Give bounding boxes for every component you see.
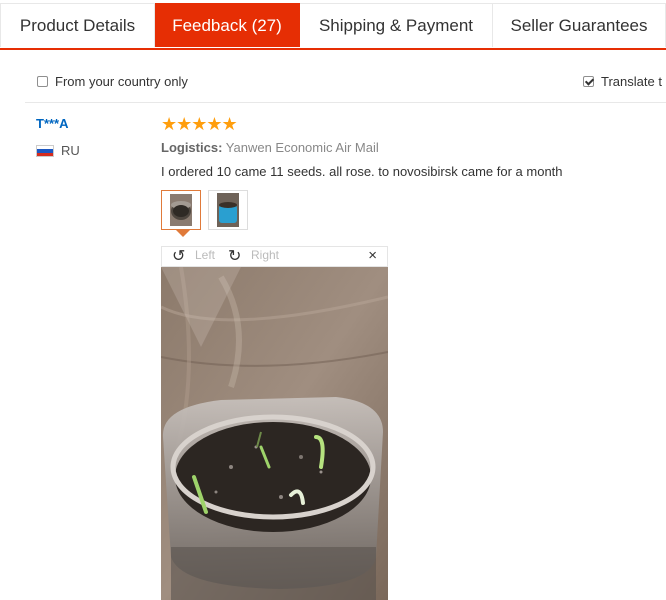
- review-photo-thumbnail[interactable]: [161, 190, 201, 230]
- feedback-filter-bar: From your country only Translate t: [25, 60, 666, 103]
- rotate-left-icon[interactable]: ↺: [172, 246, 185, 266]
- reviewer-name[interactable]: T***A: [36, 116, 69, 131]
- country-only-checkbox[interactable]: [37, 76, 48, 87]
- photo-viewer-toolbar: ↺ Left ↻ Right ×: [161, 246, 388, 267]
- rotate-right-icon[interactable]: ↻: [228, 246, 241, 266]
- tab-product-details[interactable]: Product Details: [0, 3, 155, 47]
- reviewer-country: RU: [61, 143, 80, 158]
- country-only-label: From your country only: [55, 74, 188, 89]
- logistics-label: Logistics:: [161, 140, 223, 155]
- russia-flag-icon: [36, 145, 54, 157]
- tab-feedback[interactable]: Feedback (27): [155, 3, 300, 47]
- translate-checkbox[interactable]: [583, 76, 594, 87]
- enlarged-review-photo: [161, 267, 388, 600]
- review-photo-thumbnail[interactable]: [208, 190, 248, 230]
- tab-shipping-payment[interactable]: Shipping & Payment: [300, 3, 493, 47]
- rotate-left-button[interactable]: Left: [195, 248, 215, 262]
- logistics-info: Logistics: Yanwen Economic Air Mail: [161, 140, 379, 155]
- rotate-right-button[interactable]: Right: [251, 248, 279, 262]
- review-text: I ordered 10 came 11 seeds. all rose. to…: [161, 164, 563, 179]
- rating-stars: ★★★★★: [161, 114, 238, 134]
- tab-seller-guarantees[interactable]: Seller Guarantees: [493, 3, 666, 47]
- feedback-tabs: Product Details Feedback (27) Shipping &…: [0, 0, 666, 50]
- translate-label: Translate t: [601, 74, 662, 89]
- logistics-value: Yanwen Economic Air Mail: [225, 140, 379, 155]
- selected-thumbnail-arrow: [176, 230, 190, 237]
- close-viewer-button[interactable]: ×: [368, 247, 377, 264]
